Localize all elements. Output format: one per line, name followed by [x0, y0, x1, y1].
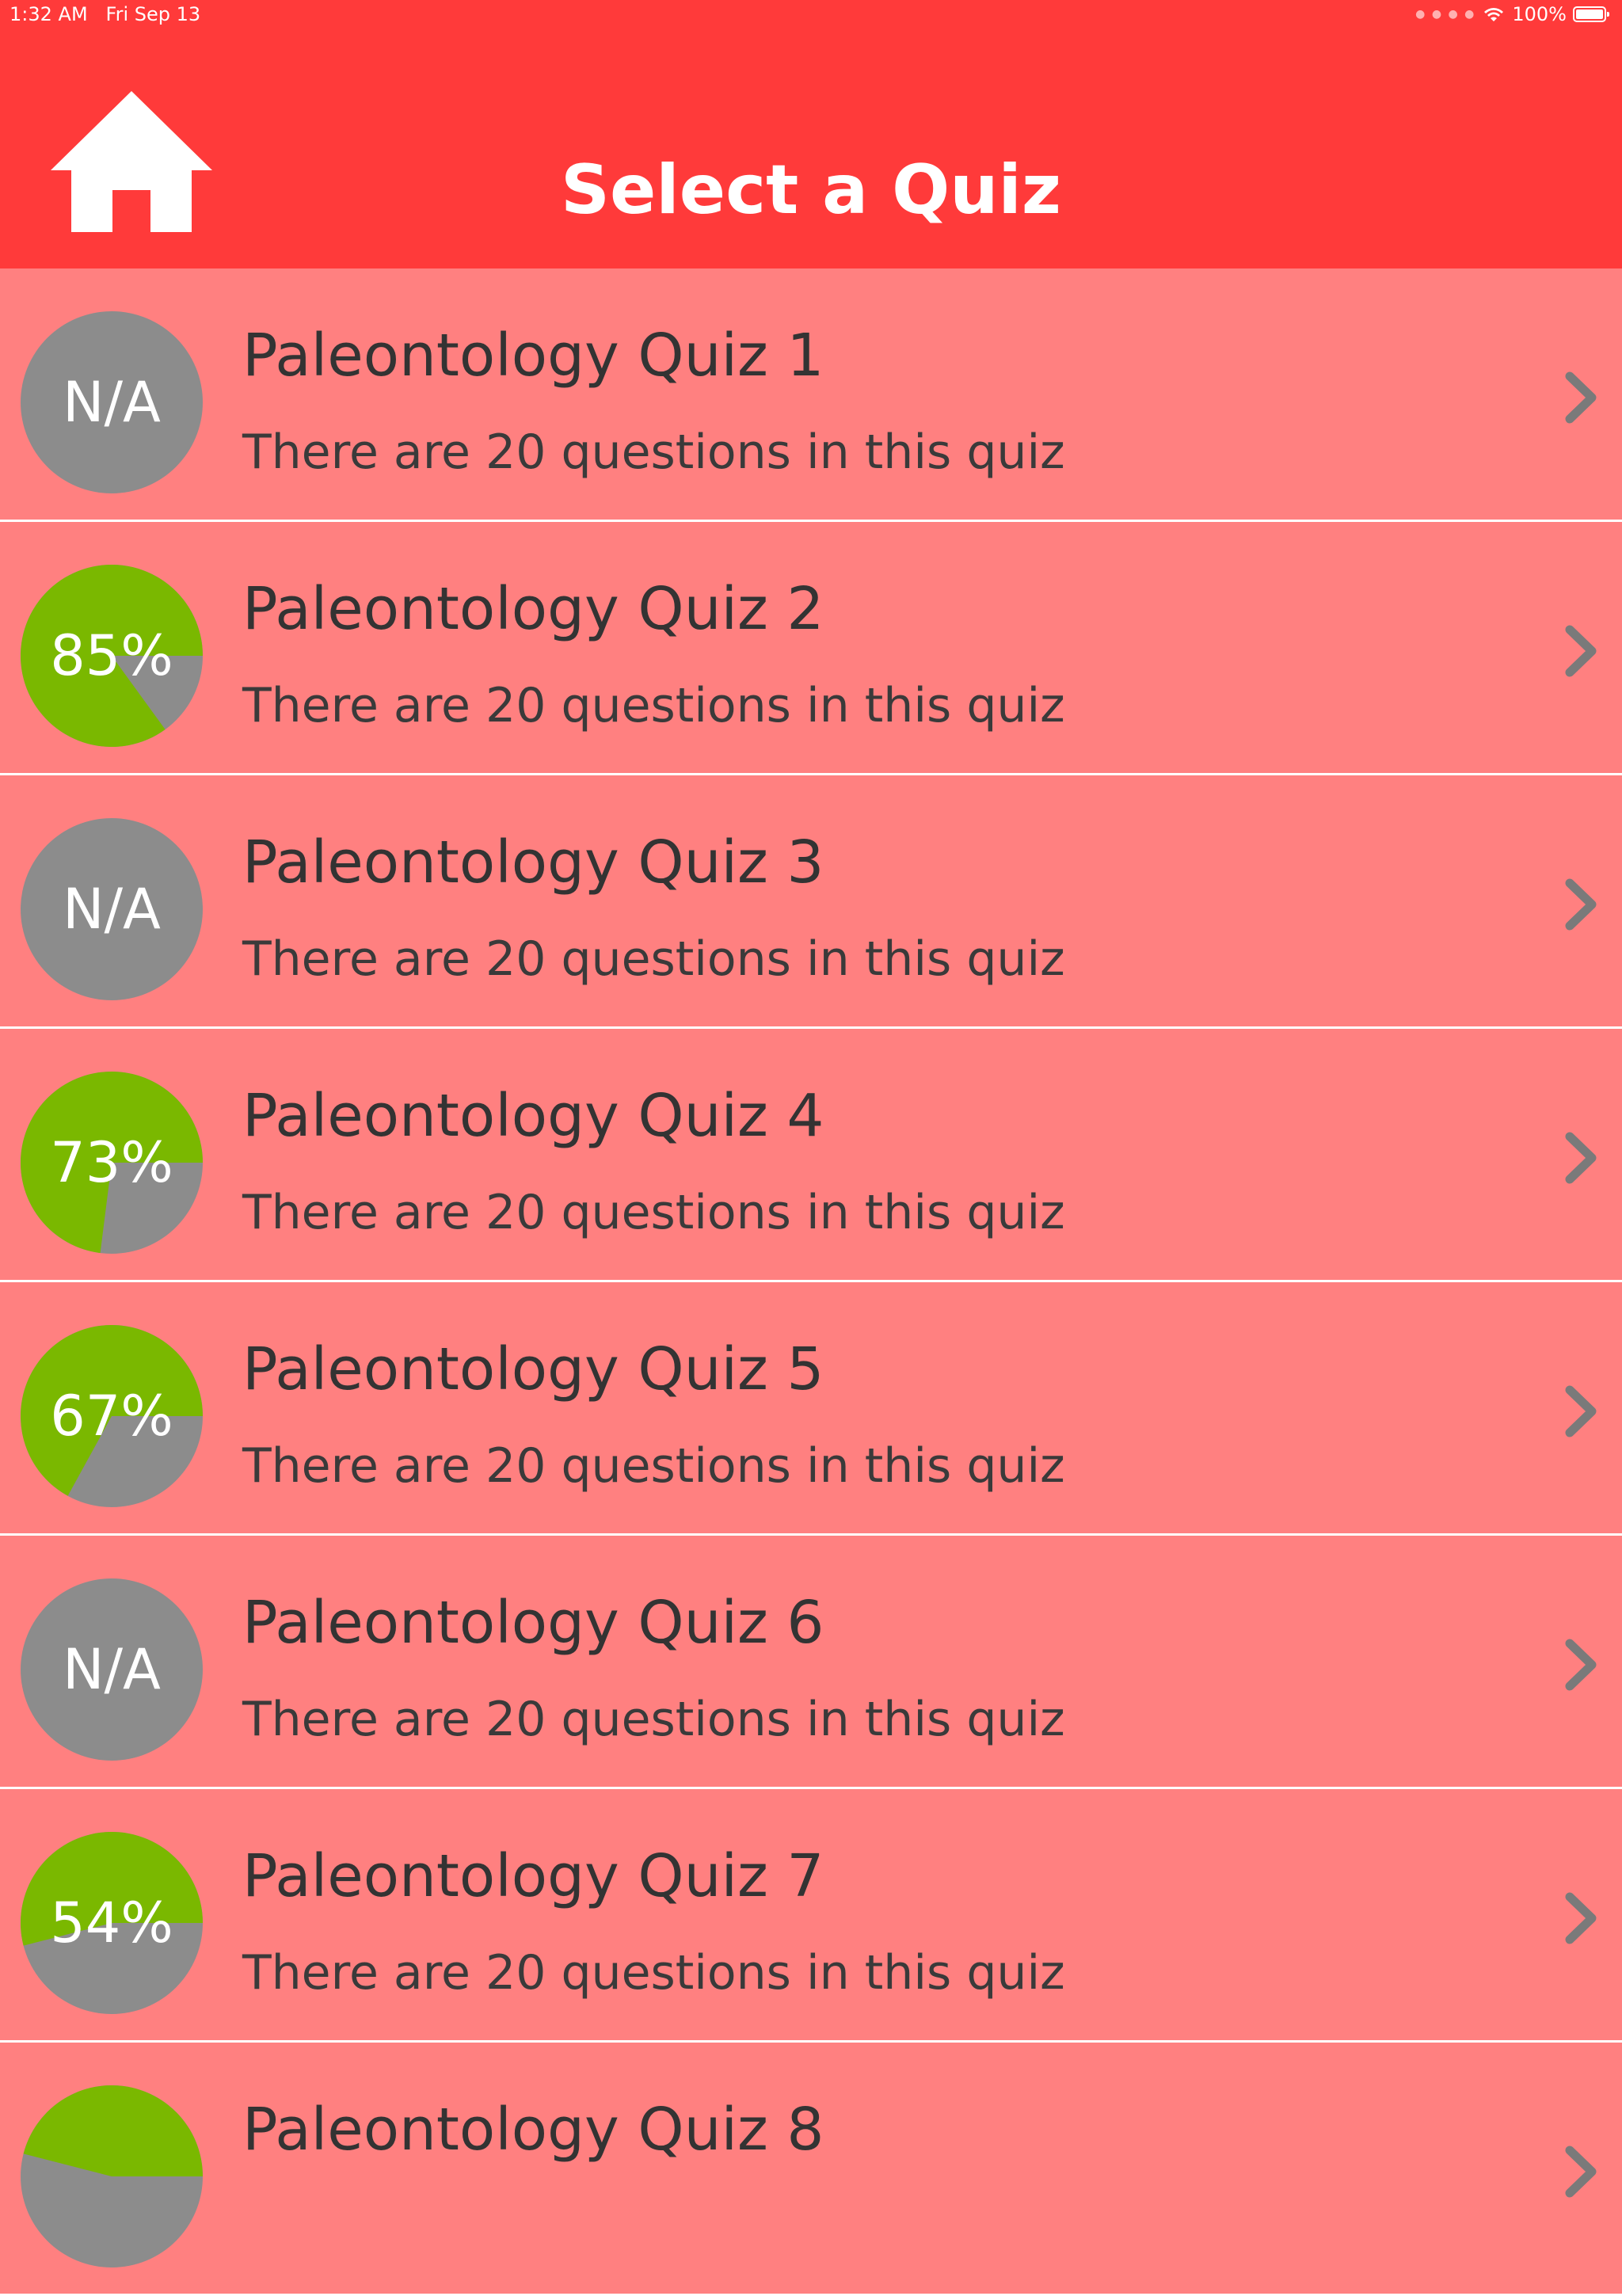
page-title: Select a Quiz: [561, 150, 1061, 230]
quiz-title: Paleontology Quiz 1: [242, 322, 824, 390]
score-label: N/A: [63, 1637, 161, 1702]
quiz-row[interactable]: N/A Paleontology Quiz 3 There are 20 quest…: [0, 775, 1622, 1029]
score-label: 54%: [50, 1890, 173, 1955]
score-label: 85%: [50, 623, 173, 688]
score-badge: 54%: [21, 1832, 203, 2014]
quiz-subtitle: There are 20 questions in this quiz: [242, 1945, 1065, 2001]
quiz-title: Paleontology Quiz 8: [242, 2096, 824, 2164]
score-label: 67%: [50, 1384, 173, 1449]
quiz-title: Paleontology Quiz 4: [242, 1082, 824, 1150]
quiz-row[interactable]: 54% Paleontology Quiz 7 There are 20 quest…: [0, 1789, 1622, 2043]
quiz-row[interactable]: 67% Paleontology Quiz 5 There are 20 quest…: [0, 1282, 1622, 1536]
chevron-right-icon: [1565, 1639, 1597, 1691]
score-label: N/A: [63, 877, 161, 942]
battery-percent: 100%: [1512, 3, 1567, 25]
chevron-right-icon: [1565, 1892, 1597, 1944]
chevron-right-icon: [1565, 1385, 1597, 1437]
score-badge: N/A: [21, 818, 203, 1000]
quiz-subtitle: There are 20 questions in this quiz: [242, 931, 1065, 987]
chevron-right-icon: [1565, 2146, 1597, 2198]
quiz-title: Paleontology Quiz 7: [242, 1842, 824, 1910]
wifi-icon: [1484, 8, 1504, 21]
quiz-subtitle: There are 20 questions in this quiz: [242, 1185, 1065, 1240]
status-time: 1:32 AM Fri Sep 13: [10, 3, 201, 25]
score-badge: [21, 2085, 203, 2267]
quiz-subtitle: There are 20 questions in this quiz: [242, 678, 1065, 733]
score-label: 73%: [50, 1130, 173, 1195]
quiz-subtitle: There are 20 questions in this quiz: [242, 1692, 1065, 1747]
quiz-row[interactable]: 73% Paleontology Quiz 4 There are 20 quest…: [0, 1029, 1622, 1282]
signal-icon: ● ● ● ●: [1415, 8, 1476, 21]
quiz-subtitle: There are 20 questions in this quiz: [242, 425, 1065, 480]
status-bar: 1:32 AM Fri Sep 13 ● ● ● ● 100%: [0, 0, 1622, 32]
score-label: [21, 2085, 203, 2267]
quiz-row[interactable]: 85% Paleontology Quiz 2 There are 20 quest…: [0, 522, 1622, 775]
chevron-right-icon: [1565, 878, 1597, 931]
battery-icon: [1573, 6, 1609, 22]
quiz-title: Paleontology Quiz 5: [242, 1335, 824, 1403]
score-badge: 67%: [21, 1325, 203, 1507]
score-badge: 85%: [21, 565, 203, 747]
quiz-subtitle: There are 20 questions in this quiz: [242, 1438, 1065, 1494]
chevron-right-icon: [1565, 371, 1597, 424]
chevron-right-icon: [1565, 625, 1597, 677]
quiz-row[interactable]: N/A Paleontology Quiz 1 There are 20 quest…: [0, 268, 1622, 522]
quiz-title: Paleontology Quiz 3: [242, 828, 824, 897]
quiz-title: Paleontology Quiz 2: [242, 575, 824, 643]
score-badge: N/A: [21, 1578, 203, 1761]
score-badge: N/A: [21, 311, 203, 493]
quiz-list: N/A Paleontology Quiz 1 There are 20 quest…: [0, 268, 1622, 2296]
header-bar: 1:32 AM Fri Sep 13 ● ● ● ● 100% Select a…: [0, 0, 1622, 268]
chevron-right-icon: [1565, 1132, 1597, 1184]
status-indicators: ● ● ● ● 100%: [1415, 3, 1609, 25]
score-label: N/A: [63, 370, 161, 435]
score-badge: 73%: [21, 1072, 203, 1254]
quiz-row[interactable]: N/A Paleontology Quiz 6 There are 20 quest…: [0, 1536, 1622, 1789]
quiz-row[interactable]: Paleontology Quiz 8: [0, 2043, 1622, 2296]
quiz-title: Paleontology Quiz 6: [242, 1589, 824, 1657]
